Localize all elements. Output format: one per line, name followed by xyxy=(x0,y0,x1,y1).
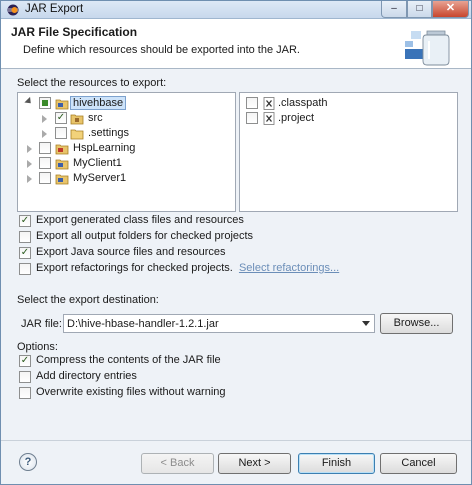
option-export-java-source[interactable]: ✓ Export Java source files and resources xyxy=(19,246,226,259)
export-java-source-checkbox[interactable]: ✓ xyxy=(19,247,31,259)
option-directory-entries[interactable]: Add directory entries xyxy=(19,370,137,383)
wizard-footer: ? < Back Next > Finish Cancel xyxy=(1,440,471,484)
help-icon[interactable]: ? xyxy=(19,453,37,471)
project-icon xyxy=(55,99,69,110)
project-icon xyxy=(55,174,69,185)
file-label-classpath: .classpath xyxy=(278,97,328,109)
browse-button[interactable]: Browse... xyxy=(380,313,453,334)
directory-entries-checkbox[interactable] xyxy=(19,371,31,383)
export-class-files-checkbox[interactable]: ✓ xyxy=(19,215,31,227)
compress-checkbox[interactable]: ✓ xyxy=(19,355,31,367)
package-folder-icon xyxy=(70,114,84,125)
option-compress[interactable]: ✓ Compress the contents of the JAR file xyxy=(19,354,221,367)
resources-files-list[interactable]: .classpath .project xyxy=(239,92,458,212)
eclipse-icon xyxy=(7,4,19,16)
tree-label-myserver1: MyServer1 xyxy=(73,172,127,184)
file-checkbox-classpath[interactable] xyxy=(246,97,258,109)
file-checkbox-project[interactable] xyxy=(246,112,258,124)
options-label: Options: xyxy=(17,341,58,353)
jar-banner-icon xyxy=(405,30,450,66)
close-button[interactable]: ✕ xyxy=(432,1,469,18)
tree-checkbox-hsplearning[interactable] xyxy=(39,142,51,154)
jar-file-label: JAR file: xyxy=(21,318,62,330)
tree-label-src: src xyxy=(88,112,103,124)
compress-label: Compress the contents of the JAR file xyxy=(36,354,221,366)
option-export-class-files[interactable]: ✓ Export generated class files and resou… xyxy=(19,214,244,227)
overwrite-checkbox[interactable] xyxy=(19,387,31,399)
option-export-output-folders[interactable]: Export all output folders for checked pr… xyxy=(19,230,254,243)
export-output-folders-label: Export all output folders for checked pr… xyxy=(36,230,254,242)
file-label-project: .project xyxy=(278,112,315,124)
tree-checkbox-myserver1[interactable] xyxy=(39,172,51,184)
tree-item-myclient1[interactable]: MyClient1 xyxy=(18,157,233,171)
resources-label: Select the resources to export: xyxy=(17,77,167,89)
dropdown-arrow-icon[interactable] xyxy=(362,321,370,326)
tree-checkbox-myclient1[interactable] xyxy=(39,157,51,169)
tree-checkbox-hivehbase[interactable] xyxy=(39,97,51,109)
option-overwrite[interactable]: Overwrite existing files without warning xyxy=(19,386,226,399)
jar-file-value[interactable]: D:\hive-hbase-handler-1.2.1.jar xyxy=(67,318,219,330)
xml-file-icon xyxy=(263,112,275,125)
select-refactorings-link[interactable]: Select refactorings... xyxy=(239,262,339,274)
tree-label-hsplearning: HspLearning xyxy=(73,142,136,154)
tree-label-hivehbase: hivehbase xyxy=(70,96,127,110)
export-refactorings-label: Export refactorings for checked projects… xyxy=(36,262,233,274)
title-bar: JAR Export – □ ✕ xyxy=(1,1,471,19)
jar-export-dialog: JAR Export – □ ✕ JAR File Specification … xyxy=(0,0,472,485)
folder-icon xyxy=(70,129,84,140)
expand-closed-icon[interactable] xyxy=(42,130,47,138)
export-output-folders-checkbox[interactable] xyxy=(19,231,31,243)
tree-item-src[interactable]: ✓ src xyxy=(18,112,233,126)
expand-closed-icon[interactable] xyxy=(27,145,32,153)
project-icon xyxy=(55,159,69,170)
expand-open-icon[interactable] xyxy=(24,96,34,107)
file-item-project[interactable]: .project xyxy=(240,112,455,126)
cancel-button[interactable]: Cancel xyxy=(380,453,457,474)
export-refactorings-checkbox[interactable] xyxy=(19,263,31,275)
tree-label-myclient1: MyClient1 xyxy=(73,157,122,169)
expand-closed-icon[interactable] xyxy=(27,175,32,183)
tree-item-settings[interactable]: .settings xyxy=(18,127,233,141)
expand-closed-icon[interactable] xyxy=(42,115,47,123)
xml-file-icon xyxy=(263,97,275,110)
back-button[interactable]: < Back xyxy=(141,453,214,474)
wizard-body: Select the resources to export: hivehbas… xyxy=(1,70,471,440)
finish-button[interactable]: Finish xyxy=(298,453,375,474)
overwrite-label: Overwrite existing files without warning xyxy=(36,386,226,398)
page-description: Define which resources should be exporte… xyxy=(23,44,300,56)
page-title: JAR File Specification xyxy=(11,25,138,39)
project-icon xyxy=(55,144,69,155)
tree-checkbox-settings[interactable] xyxy=(55,127,67,139)
window-title: JAR Export xyxy=(25,3,84,15)
tree-checkbox-src[interactable]: ✓ xyxy=(55,112,67,124)
minimize-button[interactable]: – xyxy=(381,1,407,18)
tree-item-myserver1[interactable]: MyServer1 xyxy=(18,172,233,186)
tree-item-hivehbase[interactable]: hivehbase xyxy=(18,96,233,111)
export-class-files-label: Export generated class files and resourc… xyxy=(36,214,244,226)
option-export-refactorings[interactable]: Export refactorings for checked projects… xyxy=(19,262,339,275)
directory-entries-label: Add directory entries xyxy=(36,370,137,382)
maximize-button[interactable]: □ xyxy=(407,1,432,18)
wizard-header: JAR File Specification Define which reso… xyxy=(1,19,471,69)
export-java-source-label: Export Java source files and resources xyxy=(36,246,226,258)
next-button[interactable]: Next > xyxy=(218,453,291,474)
expand-closed-icon[interactable] xyxy=(27,160,32,168)
destination-label: Select the export destination: xyxy=(17,294,159,306)
tree-item-hsplearning[interactable]: HspLearning xyxy=(18,142,233,156)
tree-label-settings: .settings xyxy=(88,127,129,139)
file-item-classpath[interactable]: .classpath xyxy=(240,97,455,111)
resources-tree[interactable]: hivehbase ✓ src .settings HspLearning My… xyxy=(17,92,236,212)
jar-file-combo[interactable]: D:\hive-hbase-handler-1.2.1.jar xyxy=(63,314,375,333)
